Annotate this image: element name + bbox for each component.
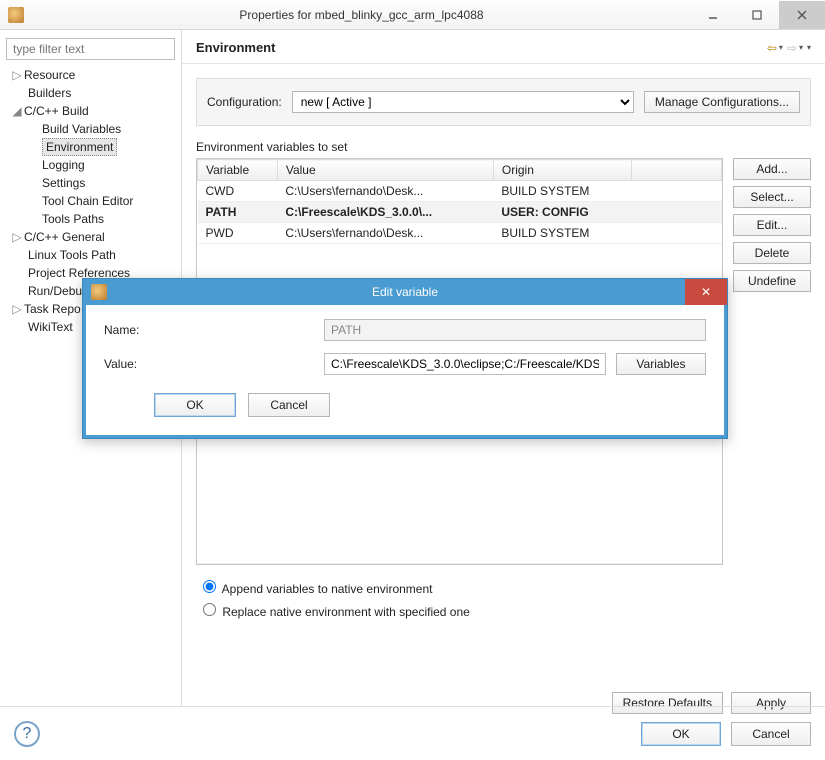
tree-item-builders[interactable]: Builders bbox=[6, 84, 175, 102]
cell: PATH bbox=[198, 202, 278, 223]
tree-label: Builders bbox=[28, 86, 71, 100]
app-icon bbox=[8, 7, 24, 23]
dialog-title: Edit variable bbox=[372, 285, 438, 299]
col-variable[interactable]: Variable bbox=[198, 160, 278, 181]
tree-item-cpp-build[interactable]: ◢C/C++ Build bbox=[6, 102, 175, 120]
tree-item-linux-tools[interactable]: Linux Tools Path bbox=[6, 246, 175, 264]
col-value[interactable]: Value bbox=[277, 160, 493, 181]
name-field bbox=[324, 319, 706, 341]
edit-button[interactable]: Edit... bbox=[733, 214, 811, 236]
tree-item-tools-paths[interactable]: Tools Paths bbox=[6, 210, 175, 228]
cell: BUILD SYSTEM bbox=[493, 223, 631, 244]
radio-label: Replace native environment with specifie… bbox=[222, 605, 469, 619]
radio-append[interactable]: Append variables to native environment bbox=[198, 575, 809, 598]
tree-label: Resource bbox=[24, 68, 75, 82]
table-row[interactable]: CWD C:\Users\fernando\Desk... BUILD SYST… bbox=[198, 181, 722, 202]
page-title: Environment bbox=[196, 40, 275, 55]
tree-label: Tools Paths bbox=[42, 212, 104, 226]
tree-label: Build Variables bbox=[42, 122, 121, 136]
dropdown-icon: ▾ bbox=[799, 43, 803, 52]
tree-item-logging[interactable]: Logging bbox=[6, 156, 175, 174]
tree-item-settings[interactable]: Settings bbox=[6, 174, 175, 192]
chevron-down-icon: ◢ bbox=[12, 104, 22, 118]
cell: C:\Users\fernando\Desk... bbox=[277, 181, 493, 202]
cell: BUILD SYSTEM bbox=[493, 181, 631, 202]
window-title: Properties for mbed_blinky_gcc_arm_lpc40… bbox=[32, 8, 691, 22]
radio-append-input[interactable] bbox=[203, 580, 216, 593]
radio-label: Append variables to native environment bbox=[222, 582, 433, 596]
nav-arrows: ⇦▾ ⇨▾ ▾ bbox=[767, 41, 811, 55]
tree-item-toolchain[interactable]: Tool Chain Editor bbox=[6, 192, 175, 210]
tree-label: C/C++ Build bbox=[24, 104, 89, 118]
value-label: Value: bbox=[104, 357, 314, 371]
add-button[interactable]: Add... bbox=[733, 158, 811, 180]
tree-item-build-variables[interactable]: Build Variables bbox=[6, 120, 175, 138]
tree-label: Environment bbox=[42, 138, 117, 156]
configuration-select[interactable]: new [ Active ] bbox=[292, 91, 634, 113]
table-caption: Environment variables to set bbox=[196, 140, 811, 154]
tree-item-environment[interactable]: Environment bbox=[6, 138, 175, 156]
cell: USER: CONFIG bbox=[493, 202, 631, 223]
tree-label: Logging bbox=[42, 158, 85, 172]
window-titlebar: Properties for mbed_blinky_gcc_arm_lpc40… bbox=[0, 0, 825, 30]
tree-item-cpp-general[interactable]: ▷C/C++ General bbox=[6, 228, 175, 246]
name-label: Name: bbox=[104, 323, 314, 337]
maximize-button[interactable] bbox=[735, 1, 779, 29]
radio-replace[interactable]: Replace native environment with specifie… bbox=[198, 598, 809, 621]
minimize-button[interactable] bbox=[691, 1, 735, 29]
tree-label: C/C++ General bbox=[24, 230, 105, 244]
tree-label: WikiText bbox=[28, 320, 73, 334]
col-origin[interactable]: Origin bbox=[493, 160, 631, 181]
ok-button[interactable]: OK bbox=[641, 722, 721, 746]
edit-variable-dialog: Edit variable ✕ Name: Value: Variables O… bbox=[82, 278, 728, 439]
cell: PWD bbox=[198, 223, 278, 244]
tree-label: Tool Chain Editor bbox=[42, 194, 133, 208]
cell: C:\Freescale\KDS_3.0.0\... bbox=[277, 202, 493, 223]
value-field[interactable] bbox=[324, 353, 606, 375]
chevron-right-icon: ▷ bbox=[12, 302, 22, 316]
help-icon[interactable]: ? bbox=[14, 721, 40, 747]
chevron-right-icon: ▷ bbox=[12, 68, 22, 82]
dialog-ok-button[interactable]: OK bbox=[154, 393, 236, 417]
undefine-button[interactable]: Undefine bbox=[733, 270, 811, 292]
dialog-cancel-button[interactable]: Cancel bbox=[248, 393, 330, 417]
chevron-right-icon: ▷ bbox=[12, 230, 22, 244]
variables-button[interactable]: Variables bbox=[616, 353, 706, 375]
tree-label: Linux Tools Path bbox=[28, 248, 116, 262]
tree-item-resource[interactable]: ▷Resource bbox=[6, 66, 175, 84]
dialog-icon bbox=[91, 284, 107, 300]
tree-label: Settings bbox=[42, 176, 85, 190]
dialog-close-button[interactable]: ✕ bbox=[685, 279, 727, 305]
tree-label: Run/Debu bbox=[28, 284, 82, 298]
select-button[interactable]: Select... bbox=[733, 186, 811, 208]
radio-replace-input[interactable] bbox=[203, 603, 216, 616]
close-button[interactable] bbox=[779, 1, 825, 29]
back-button[interactable]: ⇦▾ bbox=[767, 41, 783, 55]
dropdown-icon: ▾ bbox=[779, 43, 783, 52]
table-row[interactable]: PATH C:\Freescale\KDS_3.0.0\... USER: CO… bbox=[198, 202, 722, 223]
cell: CWD bbox=[198, 181, 278, 202]
filter-input[interactable] bbox=[6, 38, 175, 60]
tree-label: Task Repo bbox=[24, 302, 81, 316]
forward-button[interactable]: ⇨▾ bbox=[787, 41, 803, 55]
manage-configurations-button[interactable]: Manage Configurations... bbox=[644, 91, 800, 113]
cell: C:\Users\fernando\Desk... bbox=[277, 223, 493, 244]
configuration-label: Configuration: bbox=[207, 95, 282, 109]
menu-dropdown-icon[interactable]: ▾ bbox=[807, 43, 811, 52]
cancel-button[interactable]: Cancel bbox=[731, 722, 811, 746]
table-row[interactable]: PWD C:\Users\fernando\Desk... BUILD SYST… bbox=[198, 223, 722, 244]
delete-button[interactable]: Delete bbox=[733, 242, 811, 264]
